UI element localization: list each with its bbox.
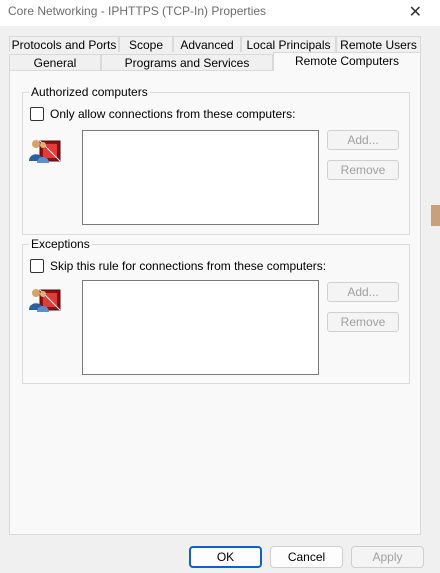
authorized-remove-button[interactable]: Remove (327, 160, 399, 180)
background-window-accent (431, 205, 440, 226)
authorized-checkbox-row[interactable]: Only allow connections from these comput… (30, 107, 295, 121)
exceptions-remove-button[interactable]: Remove (327, 312, 399, 332)
tab-advanced[interactable]: Advanced (173, 36, 241, 52)
tab-panel-remote-computers: Authorized computers Only allow connecti… (9, 70, 421, 535)
tab-remote-computers[interactable]: Remote Computers (273, 52, 421, 71)
dialog-body: Protocols and Ports Scope Advanced Local… (0, 26, 440, 573)
tab-scope[interactable]: Scope (119, 36, 173, 52)
tab-local-principals[interactable]: Local Principals (241, 36, 336, 52)
exceptions-label: Exceptions (29, 237, 92, 251)
cancel-button[interactable]: Cancel (270, 546, 343, 568)
users-network-icon (29, 289, 61, 312)
tab-programs-and-services[interactable]: Programs and Services (101, 54, 273, 70)
apply-button[interactable]: Apply (351, 546, 424, 568)
close-icon[interactable]: ✕ (409, 2, 422, 22)
title-bar: Core Networking - IPHTTPS (TCP-In) Prope… (0, 0, 440, 26)
tab-protocols-and-ports[interactable]: Protocols and Ports (9, 36, 119, 52)
skip-rule-label: Skip this rule for connections from thes… (50, 259, 327, 273)
tab-remote-users[interactable]: Remote Users (336, 36, 421, 52)
only-allow-checkbox[interactable] (30, 107, 44, 121)
authorized-computers-label: Authorized computers (29, 85, 150, 99)
exceptions-group: Exceptions Skip this rule for connection… (22, 237, 410, 384)
skip-rule-checkbox[interactable] (30, 259, 44, 273)
ok-button[interactable]: OK (189, 546, 262, 568)
tab-general[interactable]: General (9, 54, 101, 70)
only-allow-label: Only allow connections from these comput… (50, 107, 296, 121)
window-title: Core Networking - IPHTTPS (TCP-In) Prope… (8, 4, 267, 18)
exceptions-checkbox-row[interactable]: Skip this rule for connections from thes… (30, 259, 326, 273)
authorized-computers-group: Authorized computers Only allow connecti… (22, 85, 410, 235)
users-network-icon (29, 140, 61, 163)
background-window-edge (430, 26, 440, 573)
authorized-computers-list[interactable] (82, 130, 319, 225)
authorized-add-button[interactable]: Add... (327, 130, 399, 150)
exceptions-add-button[interactable]: Add... (327, 282, 399, 302)
exceptions-computers-list[interactable] (82, 280, 319, 375)
